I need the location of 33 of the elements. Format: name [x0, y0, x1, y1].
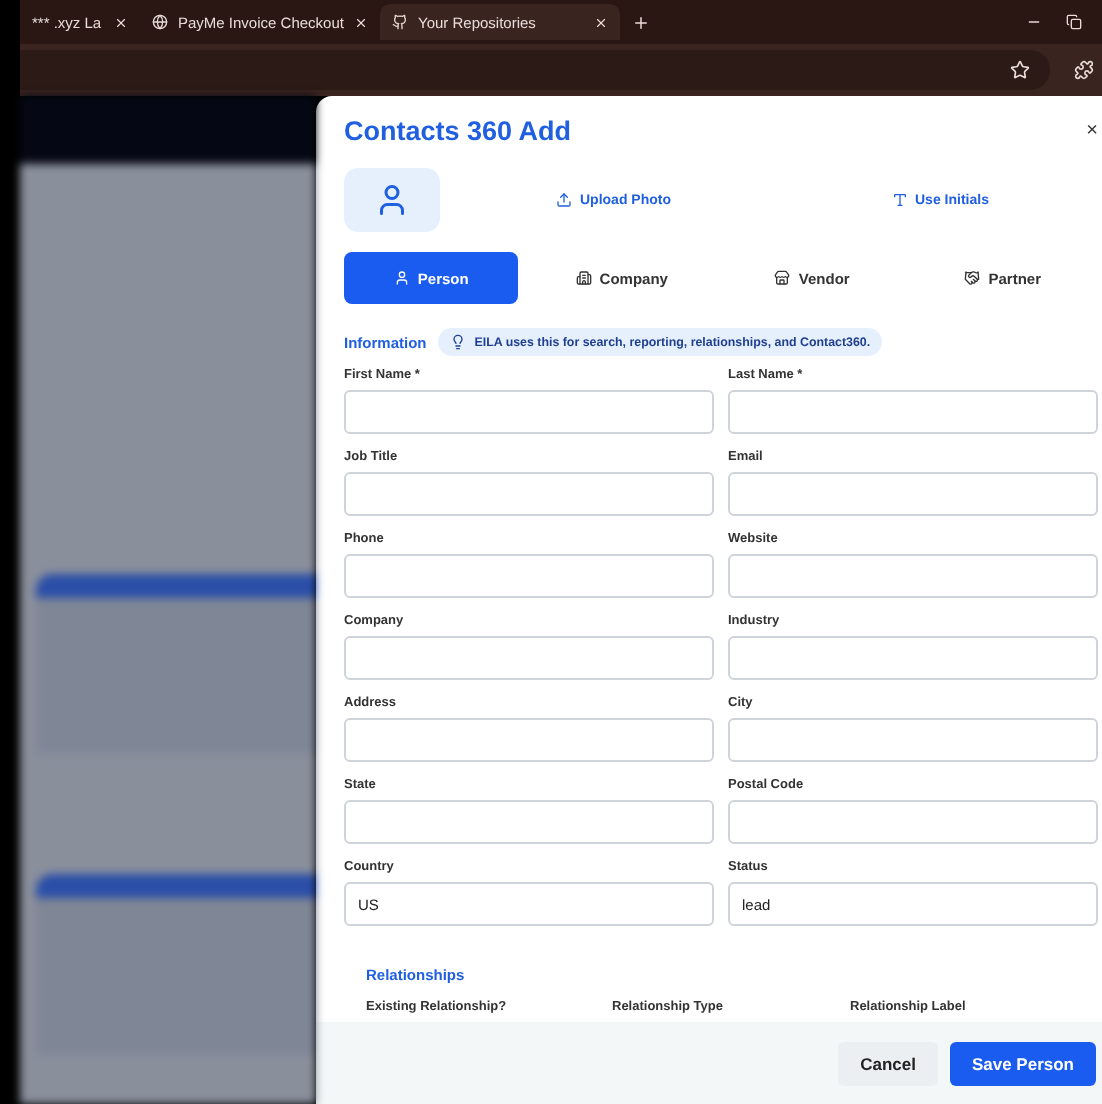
input-field[interactable] — [728, 800, 1098, 844]
close-icon[interactable] — [354, 15, 368, 29]
close-icon[interactable] — [114, 15, 128, 29]
handshake-icon — [964, 270, 981, 286]
input-field[interactable] — [344, 390, 714, 434]
input-field[interactable] — [344, 554, 714, 598]
input-field[interactable] — [728, 472, 1098, 516]
input-field[interactable] — [728, 636, 1098, 680]
globe-icon — [152, 14, 168, 30]
input-field[interactable] — [728, 718, 1098, 762]
person-icon — [393, 270, 410, 286]
input-field[interactable] — [728, 390, 1098, 434]
save-button[interactable]: Save Person — [949, 1041, 1096, 1085]
new-tab-icon[interactable] — [632, 13, 650, 31]
close-icon[interactable] — [594, 15, 608, 29]
cancel-button[interactable]: Cancel — [838, 1041, 938, 1085]
person-icon — [374, 182, 410, 218]
input-field[interactable] — [344, 718, 714, 762]
building-icon — [575, 270, 592, 286]
input-field[interactable] — [344, 472, 714, 516]
github-icon — [392, 14, 408, 30]
input-field[interactable] — [344, 636, 714, 680]
extensions-icon[interactable] — [1074, 60, 1094, 80]
text-icon — [891, 192, 907, 208]
lightbulb-icon — [450, 334, 467, 350]
store-icon — [774, 270, 791, 286]
input-field[interactable] — [728, 554, 1098, 598]
close-button[interactable]: × — [1086, 120, 1098, 142]
modal-title: Contacts 360 Add — [344, 116, 572, 146]
restore-icon[interactable] — [1066, 14, 1082, 30]
input-field[interactable] — [344, 800, 714, 844]
bookmark-star-icon[interactable] — [1010, 60, 1030, 80]
upload-icon — [556, 192, 572, 208]
